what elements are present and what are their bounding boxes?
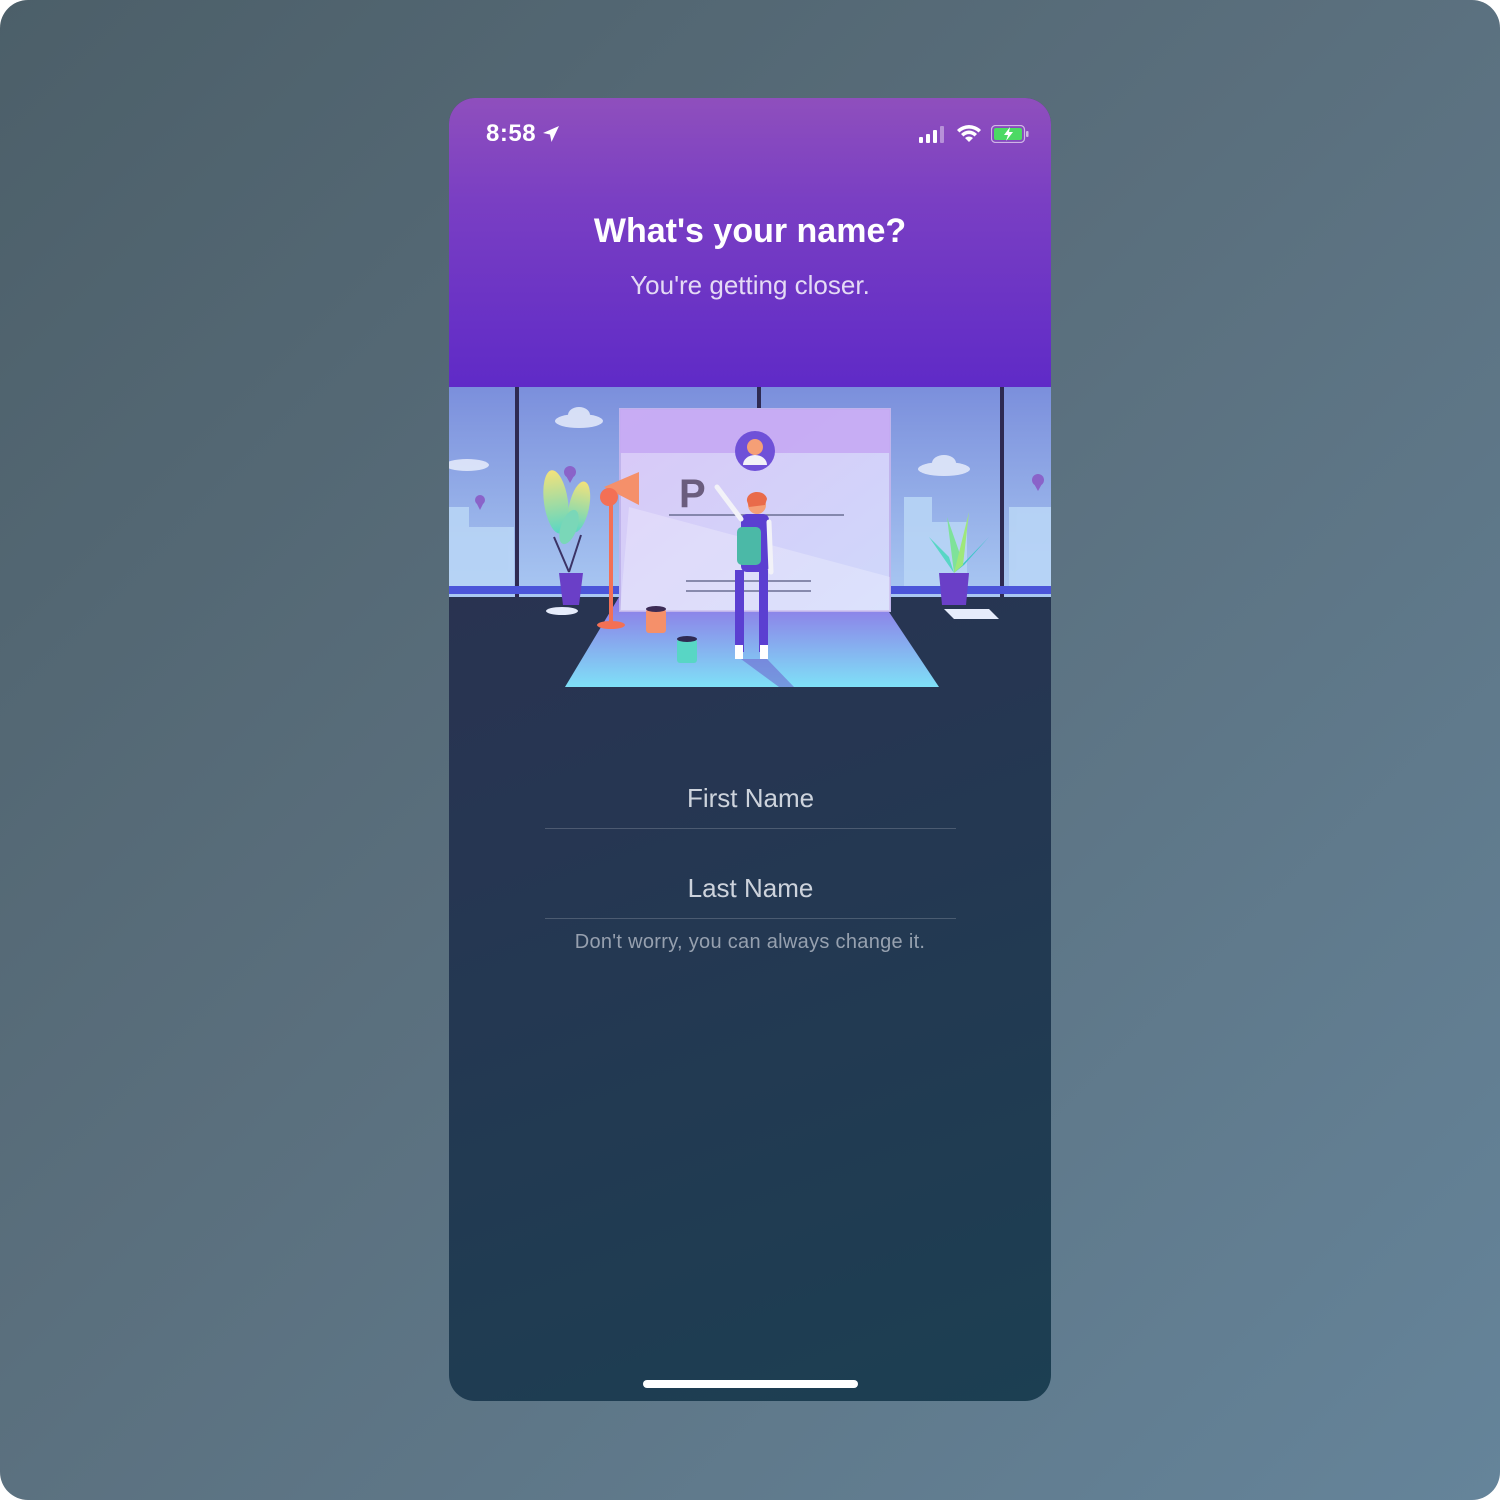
- header: 8:58 What's your name? You're getting cl…: [449, 98, 1051, 388]
- page-title: What's your name?: [593, 212, 907, 250]
- battery-charging-icon: [991, 125, 1029, 143]
- last-name-input[interactable]: [545, 858, 956, 919]
- status-bar-icons: [919, 124, 1029, 144]
- phone-screen: 8:58 What's your name? You're getting cl…: [449, 98, 1051, 1401]
- clock-text: 8:58: [486, 120, 537, 147]
- logo-glyph: P: [679, 472, 706, 516]
- first-name-input[interactable]: [545, 768, 956, 829]
- cellular-signal-icon: [919, 126, 944, 143]
- helper-text: Don't worry, you can always change it.: [574, 931, 926, 953]
- home-indicator[interactable]: [643, 1380, 858, 1388]
- onboarding-illustration: P: [449, 387, 1051, 687]
- page-subtitle: You're getting closer.: [630, 270, 870, 300]
- wifi-icon: [957, 125, 981, 142]
- status-bar-time: 8:58: [486, 120, 560, 148]
- location-arrow-icon: [543, 126, 560, 142]
- page-background: 8:58 What's your name? You're getting cl…: [0, 0, 1500, 1500]
